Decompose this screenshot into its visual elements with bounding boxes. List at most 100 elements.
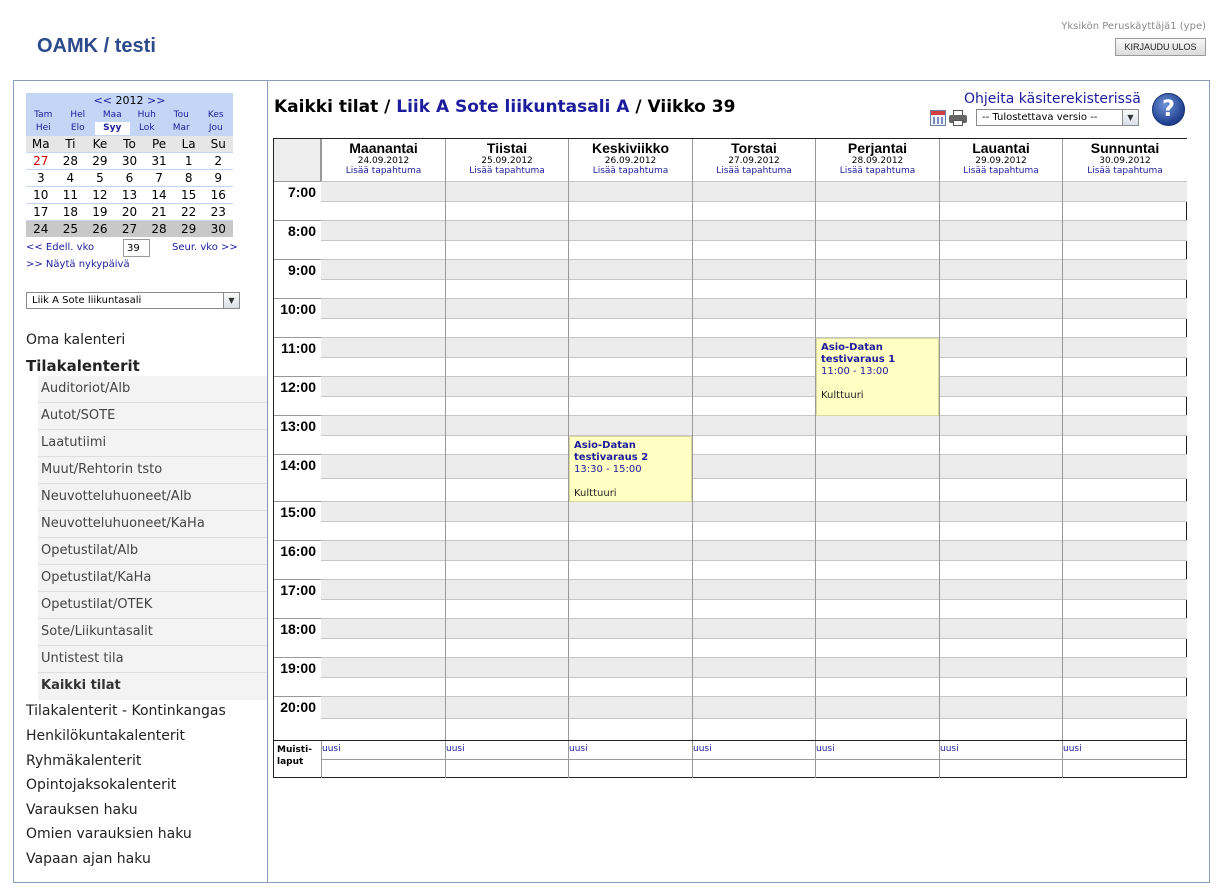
calendar-day[interactable]: 2 [203, 152, 233, 169]
calendar-day[interactable]: 22 [173, 203, 204, 220]
add-event-link[interactable]: Lisää tapahtuma [693, 166, 815, 176]
time-slot[interactable] [321, 337, 1187, 357]
time-slot[interactable] [321, 638, 1187, 657]
time-slot[interactable] [321, 318, 1187, 337]
month-link[interactable]: Jou [199, 122, 234, 135]
time-slot[interactable] [321, 201, 1187, 220]
calendar-day[interactable]: 28 [144, 220, 174, 237]
new-note-link[interactable]: uusi [322, 744, 341, 754]
week-number-input[interactable] [123, 239, 150, 257]
time-slot[interactable] [321, 696, 1187, 718]
time-slot[interactable] [321, 259, 1187, 279]
nav-item[interactable]: Opintojaksokalenterit [26, 777, 176, 793]
add-event-link[interactable]: Lisää tapahtuma [940, 166, 1062, 176]
nav-item[interactable]: Tilakalenterit - Kontinkangas [26, 703, 226, 719]
time-slot[interactable] [321, 618, 1187, 638]
month-link[interactable]: Huh [130, 109, 165, 122]
calendar-day[interactable]: 20 [114, 203, 145, 220]
new-note-link[interactable]: uusi [940, 744, 959, 754]
calendar-day[interactable]: 3 [26, 169, 56, 186]
calendar-day[interactable]: 12 [85, 186, 115, 203]
time-slot[interactable] [321, 478, 1187, 501]
nav-subitem[interactable]: Kaikki tilat [38, 673, 267, 700]
heading-space-link[interactable]: Liik A Sote liikuntasali A [396, 97, 629, 117]
nav-subitem[interactable]: Auditoriot/Alb [38, 376, 267, 403]
time-slot[interactable] [321, 560, 1187, 579]
nav-item[interactable]: Varauksen haku [26, 802, 138, 818]
add-event-link[interactable]: Lisää tapahtuma [1063, 166, 1187, 176]
time-slot[interactable] [321, 657, 1187, 677]
app-title[interactable]: OAMK / testi [37, 35, 156, 58]
calendar-day[interactable]: 23 [203, 203, 233, 220]
printer-icon[interactable] [949, 110, 967, 126]
calendar-day[interactable]: 26 [85, 220, 115, 237]
calendar-day[interactable]: 9 [203, 169, 233, 186]
month-link[interactable]: Mar [164, 122, 199, 135]
nav-item[interactable]: Henkilökuntakalenterit [26, 728, 185, 744]
print-version-select[interactable]: -- Tulostettava versio -- ▼ [976, 109, 1139, 126]
next-year-link[interactable]: >> [147, 94, 165, 107]
time-slot[interactable] [321, 415, 1187, 435]
calendar-event[interactable]: Asio-Datan testivaraus 2 13:30 - 15:00 Kul… [569, 435, 692, 502]
time-slot[interactable] [321, 298, 1187, 318]
calendar-day[interactable]: 11 [55, 186, 86, 203]
calendar-day[interactable]: 31 [144, 152, 174, 169]
add-event-link[interactable]: Lisää tapahtuma [446, 166, 568, 176]
month-link[interactable]: Hei [26, 122, 61, 135]
month-link[interactable]: Syy [95, 122, 130, 135]
calendar-day[interactable]: 4 [55, 169, 86, 186]
nav-subitem[interactable]: Opetustilat/Alb [38, 538, 267, 565]
add-event-link[interactable]: Lisää tapahtuma [569, 166, 692, 176]
nav-item[interactable]: Vapaan ajan haku [26, 851, 151, 867]
calendar-day[interactable]: 27 [26, 152, 56, 169]
nav-subitem[interactable]: Opetustilat/OTEK [38, 592, 267, 619]
calendar-day[interactable]: 29 [85, 152, 115, 169]
calendar-export-icon[interactable] [930, 110, 946, 126]
add-event-link[interactable]: Lisää tapahtuma [322, 166, 445, 176]
nav-subitem[interactable]: Neuvotteluhuoneet/KaHa [38, 511, 267, 538]
new-note-link[interactable]: uusi [1063, 744, 1082, 754]
calendar-day[interactable]: 16 [203, 186, 233, 203]
nav-subitem[interactable]: Laatutiimi [38, 430, 267, 457]
nav-item[interactable]: Omien varauksien haku [26, 826, 192, 842]
calendar-day[interactable]: 5 [85, 169, 115, 186]
calendar-day[interactable]: 8 [173, 169, 204, 186]
calendar-day[interactable]: 25 [55, 220, 86, 237]
calendar-day[interactable]: 29 [173, 220, 204, 237]
logout-button[interactable]: KIRJAUDU ULOS [1115, 38, 1206, 56]
calendar-day[interactable]: 21 [144, 203, 174, 220]
time-slot[interactable] [321, 718, 1187, 740]
calendar-day[interactable]: 30 [203, 220, 233, 237]
calendar-day[interactable]: 14 [144, 186, 174, 203]
month-link[interactable]: Maa [95, 109, 130, 122]
new-note-link[interactable]: uusi [693, 744, 712, 754]
calendar-day[interactable]: 7 [144, 169, 174, 186]
calendar-day[interactable]: 30 [114, 152, 145, 169]
calendar-day[interactable]: 17 [26, 203, 56, 220]
time-slot[interactable] [321, 357, 1187, 376]
time-slot[interactable] [321, 599, 1187, 618]
new-note-link[interactable]: uusi [569, 744, 588, 754]
nav-subitem[interactable]: Untistest tila [38, 646, 267, 673]
calendar-day[interactable]: 24 [26, 220, 56, 237]
show-today-link[interactable]: >> Näytä nykypäivä [26, 259, 130, 270]
month-link[interactable]: Kes [199, 109, 234, 122]
nav-subitem[interactable]: Muut/Rehtorin tsto [38, 457, 267, 484]
month-link[interactable]: Tam [26, 109, 61, 122]
new-note-link[interactable]: uusi [446, 744, 465, 754]
time-slot[interactable] [321, 240, 1187, 259]
month-link[interactable]: Hel [61, 109, 96, 122]
time-slot[interactable] [321, 220, 1187, 240]
chevron-down-icon[interactable]: ▼ [223, 293, 239, 308]
calendar-event[interactable]: Asio-Datan testivaraus 1 11:00 - 13:00 Kul… [816, 338, 939, 416]
nav-own-calendar[interactable]: Oma kalenteri [26, 332, 125, 348]
time-slot[interactable] [321, 396, 1187, 415]
next-week-link[interactable]: Seur. vko >> [172, 242, 238, 253]
time-slot[interactable] [321, 521, 1187, 540]
calendar-day[interactable]: 15 [173, 186, 204, 203]
add-event-link[interactable]: Lisää tapahtuma [816, 166, 939, 176]
calendar-day[interactable]: 13 [114, 186, 145, 203]
calendar-day[interactable]: 19 [85, 203, 115, 220]
nav-subitem[interactable]: Autot/SOTE [38, 403, 267, 430]
calendar-day[interactable]: 28 [55, 152, 86, 169]
